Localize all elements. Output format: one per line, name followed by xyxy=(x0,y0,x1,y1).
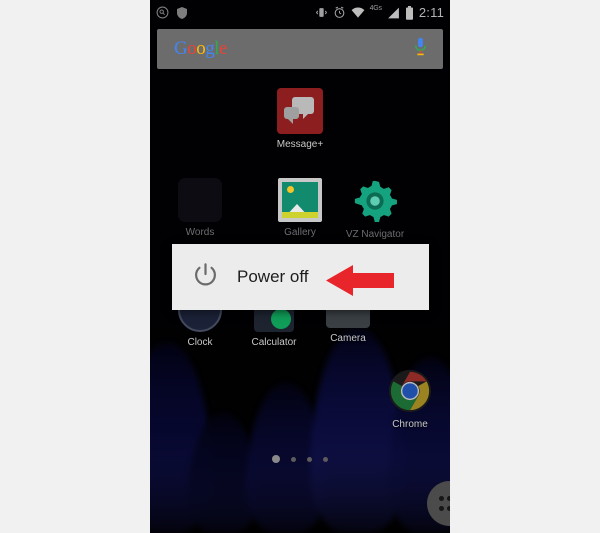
chrome-icon xyxy=(387,368,433,414)
app-icon-gallery[interactable]: Gallery xyxy=(263,178,337,238)
signal-bars-icon xyxy=(387,7,399,18)
vibrate-icon xyxy=(315,8,327,17)
drawer-dot xyxy=(446,506,450,512)
power-off-label: Power off xyxy=(237,267,309,286)
drawer-dot xyxy=(438,495,444,501)
phone-screen: 4Gs 2:11 Google Message+ Words Gallery V… xyxy=(150,0,450,533)
status-bar: 4Gs 2:11 xyxy=(150,0,450,25)
page-dot[interactable] xyxy=(307,456,312,462)
wifi-icon xyxy=(351,6,365,18)
app-label: Gallery xyxy=(284,227,316,238)
microphone-icon[interactable] xyxy=(414,37,427,61)
app-icon-words[interactable]: Words xyxy=(163,178,237,238)
drawer-dot xyxy=(446,495,450,501)
app-label: Message+ xyxy=(276,139,324,150)
status-bar-clock: 2:11 xyxy=(418,5,444,20)
shield-icon xyxy=(177,6,187,19)
words-app-icon xyxy=(178,178,222,222)
app-label: Words xyxy=(185,227,215,238)
power-icon xyxy=(193,262,218,292)
screenshot-root: 4Gs 2:11 Google Message+ Words Gallery V… xyxy=(0,0,600,533)
settings-gear-icon xyxy=(352,178,398,224)
app-icon-chrome[interactable]: Chrome xyxy=(373,368,447,430)
app-label: Camera xyxy=(330,333,366,344)
page-dot[interactable] xyxy=(323,456,328,462)
network-type-label: 4Gs xyxy=(369,5,382,12)
app-label: VZ Navigator xyxy=(345,229,405,240)
app-label: Calculator xyxy=(251,337,297,348)
google-search-bar[interactable]: Google xyxy=(157,29,443,69)
app-status-circle-icon xyxy=(156,6,169,19)
drawer-dot xyxy=(438,506,444,512)
app-label: Chrome xyxy=(392,419,428,430)
google-logo: Google xyxy=(174,38,227,59)
gallery-icon xyxy=(278,178,322,222)
alarm-icon xyxy=(334,6,344,18)
page-dot[interactable] xyxy=(291,456,296,462)
home-page-indicator xyxy=(150,455,450,463)
page-dot-active[interactable] xyxy=(272,455,280,463)
app-icon-message-plus[interactable]: Message+ xyxy=(263,88,337,150)
red-pointer-arrow xyxy=(326,265,394,296)
app-label: Clock xyxy=(187,337,213,348)
message-plus-icon xyxy=(277,88,323,134)
app-icon-vz-navigator[interactable]: VZ Navigator xyxy=(338,178,412,240)
battery-icon xyxy=(405,5,413,20)
